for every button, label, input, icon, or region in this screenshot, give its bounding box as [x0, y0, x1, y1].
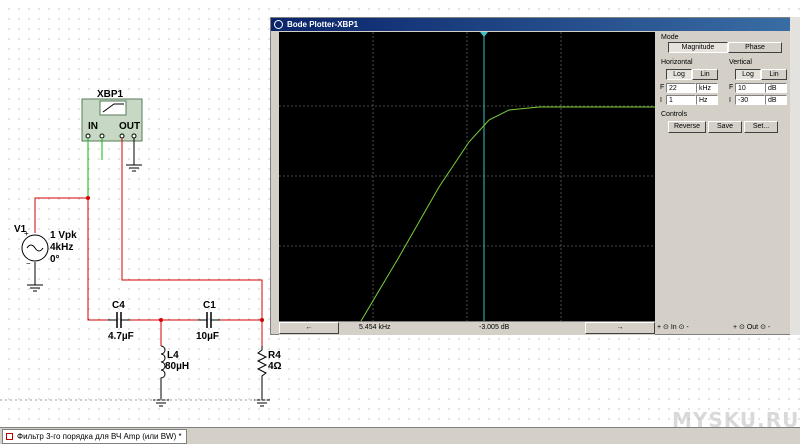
ground-symbols	[27, 164, 270, 407]
document-tab[interactable]: Фильтр 3-го порядка для ВЧ Amp (или BW) …	[2, 429, 187, 444]
h-initial-value-field[interactable]: 1	[666, 95, 696, 105]
readout-frequency: 5.454 kHz	[359, 324, 391, 331]
c1-value: 10µF	[196, 331, 219, 342]
set-button[interactable]: Set...	[744, 121, 778, 133]
l4-value: 80µH	[165, 361, 189, 372]
v-initial-value-field[interactable]: -30	[735, 95, 765, 105]
resistor-r4[interactable]: R4 4Ω	[256, 346, 282, 384]
cursor-left-button[interactable]: ←	[279, 322, 339, 334]
document-icon	[6, 433, 13, 440]
inductor-l4[interactable]: L4 80µH	[160, 345, 189, 384]
wires	[34, 138, 263, 400]
v1-phase: 0°	[50, 254, 60, 265]
r4-name: R4	[268, 350, 281, 361]
out-terminals-label[interactable]: + ⊙ Out ⊙ -	[733, 323, 770, 331]
h-final-value-field[interactable]: 22	[666, 83, 696, 93]
readout-gain: -3.005 dB	[479, 324, 510, 331]
save-button[interactable]: Save	[708, 121, 742, 133]
reverse-button[interactable]: Reverse	[668, 121, 706, 133]
v-initial-unit-field[interactable]: dB	[765, 95, 787, 105]
svg-text:−: −	[26, 259, 31, 268]
h-initial-label: I	[660, 97, 662, 104]
bode-window-icon	[274, 20, 283, 29]
bode-plotter-window[interactable]: Bode Plotter-XBP1 ← 5.454 kHz -3.005 dB …	[270, 17, 800, 335]
bode-in-label: IN	[88, 121, 98, 132]
v1-name: V1	[14, 224, 27, 235]
magnitude-trace	[360, 106, 655, 322]
document-tab-label: Фильтр 3-го порядка для ВЧ Amp (или BW) …	[17, 432, 182, 441]
bode-window-titlebar[interactable]: Bode Plotter-XBP1	[271, 18, 799, 31]
bode-out-label: OUT	[119, 121, 140, 132]
c4-name: C4	[112, 300, 125, 311]
horizontal-label: Horizontal	[661, 59, 693, 66]
v-final-unit-field[interactable]: dB	[765, 83, 787, 93]
bode-instrument-label: XBP1	[97, 89, 124, 100]
in-terminals-label[interactable]: + ⊙ In ⊙ -	[657, 323, 689, 331]
bode-plotter-instrument[interactable]: XBP1 IN OUT	[81, 89, 143, 142]
bode-plot-graph	[279, 32, 655, 322]
h-final-label: F	[660, 84, 665, 91]
plot-cursor-bar: ← 5.454 kHz -3.005 dB →	[279, 321, 655, 335]
h-final-unit-field[interactable]: kHz	[696, 83, 718, 93]
vertical-lin-button[interactable]: Lin	[761, 69, 787, 80]
status-bar: Фильтр 3-го порядка для ВЧ Amp (или BW) …	[0, 427, 800, 444]
phase-button[interactable]: Phase	[728, 42, 782, 53]
horizontal-lin-button[interactable]: Lin	[692, 69, 718, 80]
horizontal-log-button[interactable]: Log	[666, 69, 692, 80]
v1-amplitude: 1 Vpk	[50, 230, 77, 241]
v1-frequency: 4kHz	[50, 242, 73, 253]
c1-name: C1	[203, 300, 216, 311]
capacitor-c4[interactable]: C4 4.7µF	[108, 300, 134, 342]
c4-value: 4.7µF	[108, 331, 134, 342]
vertical-log-button[interactable]: Log	[735, 69, 761, 80]
vertical-label: Vertical	[729, 59, 752, 66]
plot-grid	[279, 32, 655, 321]
voltage-source-v1[interactable]: + − V1 1 Vpk 4kHz 0°	[14, 224, 77, 268]
cursor-handle[interactable]	[480, 32, 488, 37]
capacitor-c1[interactable]: C1 10µF	[196, 300, 220, 342]
mode-label: Mode	[661, 34, 679, 41]
cursor-right-button[interactable]: →	[585, 322, 655, 334]
h-initial-unit-field[interactable]: Hz	[696, 95, 718, 105]
bode-window-title: Bode Plotter-XBP1	[287, 20, 359, 29]
bode-plot-area[interactable]	[279, 32, 655, 334]
v-final-value-field[interactable]: 10	[735, 83, 765, 93]
r4-value: 4Ω	[268, 361, 282, 372]
controls-label: Controls	[661, 111, 688, 118]
magnitude-button[interactable]: Magnitude	[668, 42, 728, 53]
v-final-label: F	[729, 84, 734, 91]
l4-name: L4	[167, 350, 179, 361]
v-initial-label: I	[729, 97, 731, 104]
right-panel-strip	[790, 17, 800, 335]
